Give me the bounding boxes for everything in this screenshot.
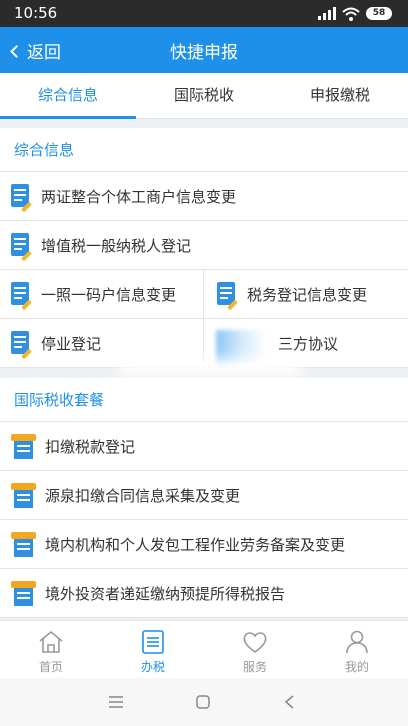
document-edit-icon xyxy=(11,232,32,261)
list-item-label: 境外投资者递延缴纳预提所得税报告 xyxy=(45,584,286,603)
bottom-nav: 首页 办税 服务 我的 xyxy=(0,620,408,678)
home-square-icon[interactable] xyxy=(193,693,213,711)
section-header-international: 国际税收套餐 xyxy=(0,378,408,422)
heart-icon xyxy=(243,632,267,653)
grid-divider xyxy=(203,270,204,368)
list-item[interactable]: 境外投资者递延缴纳预提所得税报告 xyxy=(0,569,408,618)
list-item[interactable]: 税务登记信息变更 xyxy=(204,270,408,319)
list-item[interactable]: 两证整合个体工商户信息变更 xyxy=(0,172,408,221)
list-item-label: 三方协议 xyxy=(278,334,339,353)
wifi-icon xyxy=(342,7,360,21)
section-header-comprehensive: 综合信息 xyxy=(0,128,408,172)
package-icon xyxy=(11,433,36,459)
menu-icon[interactable] xyxy=(106,693,126,711)
list-item-label: 增值税一般纳税人登记 xyxy=(41,236,192,255)
status-time: 10:56 xyxy=(14,4,58,22)
nav-service[interactable]: 服务 xyxy=(204,621,306,678)
nav-label: 首页 xyxy=(38,660,63,674)
app-bar: 返回 快捷申报 xyxy=(0,27,408,73)
system-nav-bar xyxy=(0,678,408,726)
document-edit-icon xyxy=(11,281,32,310)
package-icon xyxy=(11,531,36,557)
list-item[interactable]: 一照一码户信息变更 xyxy=(0,270,204,319)
nav-tax[interactable]: 办税 xyxy=(102,621,204,678)
page-title: 快捷申报 xyxy=(170,43,238,63)
list-item-label: 境内机构和个人发包工程作业劳务备案及变更 xyxy=(45,535,346,554)
status-bar: 10:56 58 xyxy=(0,0,408,27)
tab-bar: 综合信息 国际税收 申报缴税 xyxy=(0,73,408,119)
document-edit-icon xyxy=(11,183,32,212)
home-icon xyxy=(39,630,63,653)
nav-label: 我的 xyxy=(344,660,369,674)
nav-label: 服务 xyxy=(242,660,267,674)
list-item-label: 源泉扣缴合同信息采集及变更 xyxy=(45,486,241,505)
list-item[interactable]: 扣缴税款登记 xyxy=(0,422,408,471)
package-icon xyxy=(11,482,36,508)
tab-declare-pay[interactable]: 申报缴税 xyxy=(272,73,408,118)
screen-glare xyxy=(120,358,300,378)
list-item-label: 税务登记信息变更 xyxy=(247,285,368,304)
nav-label: 办税 xyxy=(140,660,165,674)
list-item-label: 扣缴税款登记 xyxy=(45,437,136,456)
list-item[interactable]: 境内机构和个人发包工程作业劳务备案及变更 xyxy=(0,520,408,569)
list-item[interactable]: 源泉扣缴合同信息采集及变更 xyxy=(0,471,408,520)
tax-list-icon xyxy=(142,630,164,654)
signal-icon xyxy=(318,7,336,20)
nav-mine[interactable]: 我的 xyxy=(306,621,408,678)
nav-home[interactable]: 首页 xyxy=(0,621,102,678)
battery-icon: 58 xyxy=(366,7,392,20)
tab-international-tax[interactable]: 国际税收 xyxy=(136,73,272,118)
tab-comprehensive-info[interactable]: 综合信息 xyxy=(0,73,136,119)
list-item-label: 停业登记 xyxy=(41,334,102,353)
person-icon xyxy=(346,630,368,654)
list-item-label: 一照一码户信息变更 xyxy=(41,285,177,304)
document-edit-icon xyxy=(11,330,32,359)
list-item[interactable]: 增值税一般纳税人登记 xyxy=(0,221,408,270)
list-item-label: 两证整合个体工商户信息变更 xyxy=(41,187,237,206)
package-icon xyxy=(11,580,36,606)
document-edit-icon xyxy=(217,281,238,310)
back-triangle-icon[interactable] xyxy=(280,693,300,711)
